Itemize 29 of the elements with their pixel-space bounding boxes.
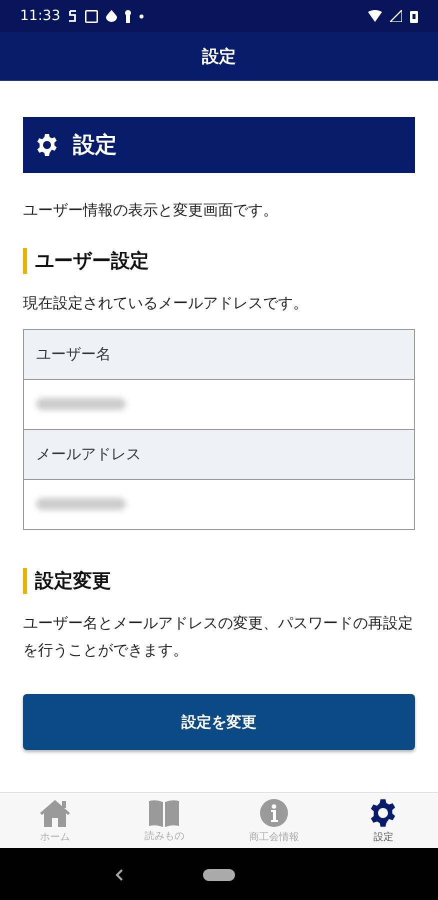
info-icon	[258, 798, 289, 828]
keyhole-icon	[125, 10, 132, 22]
gear-icon	[35, 133, 59, 157]
section-title: ユーザー設定	[23, 248, 415, 274]
s-notification-icon	[68, 9, 78, 23]
section-text: 現在設定されているメールアドレスです。	[23, 293, 309, 314]
dot-icon	[139, 14, 144, 18]
calendar-icon	[85, 10, 98, 22]
app-bar-title: 設定	[202, 46, 236, 68]
section-text: ユーザー名とメールアドレスの変更、パスワードの再設定を行うことができます。	[23, 613, 414, 661]
intro-text: ユーザー情報の表示と変更画面です。	[23, 201, 279, 220]
change-settings-button[interactable]: 設定を変更	[23, 694, 415, 750]
section-title: 設定変更	[23, 568, 415, 594]
nav-tab[interactable]: 読みもの	[110, 793, 219, 848]
battery-icon	[410, 10, 418, 22]
nav-tab[interactable]: ホーム	[0, 793, 110, 848]
home-icon	[38, 798, 72, 828]
page-heading: 設定	[73, 132, 117, 160]
nav-tab[interactable]: 商工会情報	[219, 793, 328, 848]
status-time: 11:33	[20, 8, 60, 24]
drop-icon	[106, 10, 118, 22]
back-icon[interactable]	[115, 869, 123, 881]
book-icon	[148, 798, 180, 826]
signal-icon	[390, 10, 402, 22]
wifi-icon	[368, 10, 382, 22]
home-handle[interactable]	[203, 869, 235, 881]
table-cell: ユーザー名	[24, 330, 414, 380]
nav-tab[interactable]: 設定	[328, 793, 438, 848]
table-cell: メールアドレス	[24, 430, 414, 480]
